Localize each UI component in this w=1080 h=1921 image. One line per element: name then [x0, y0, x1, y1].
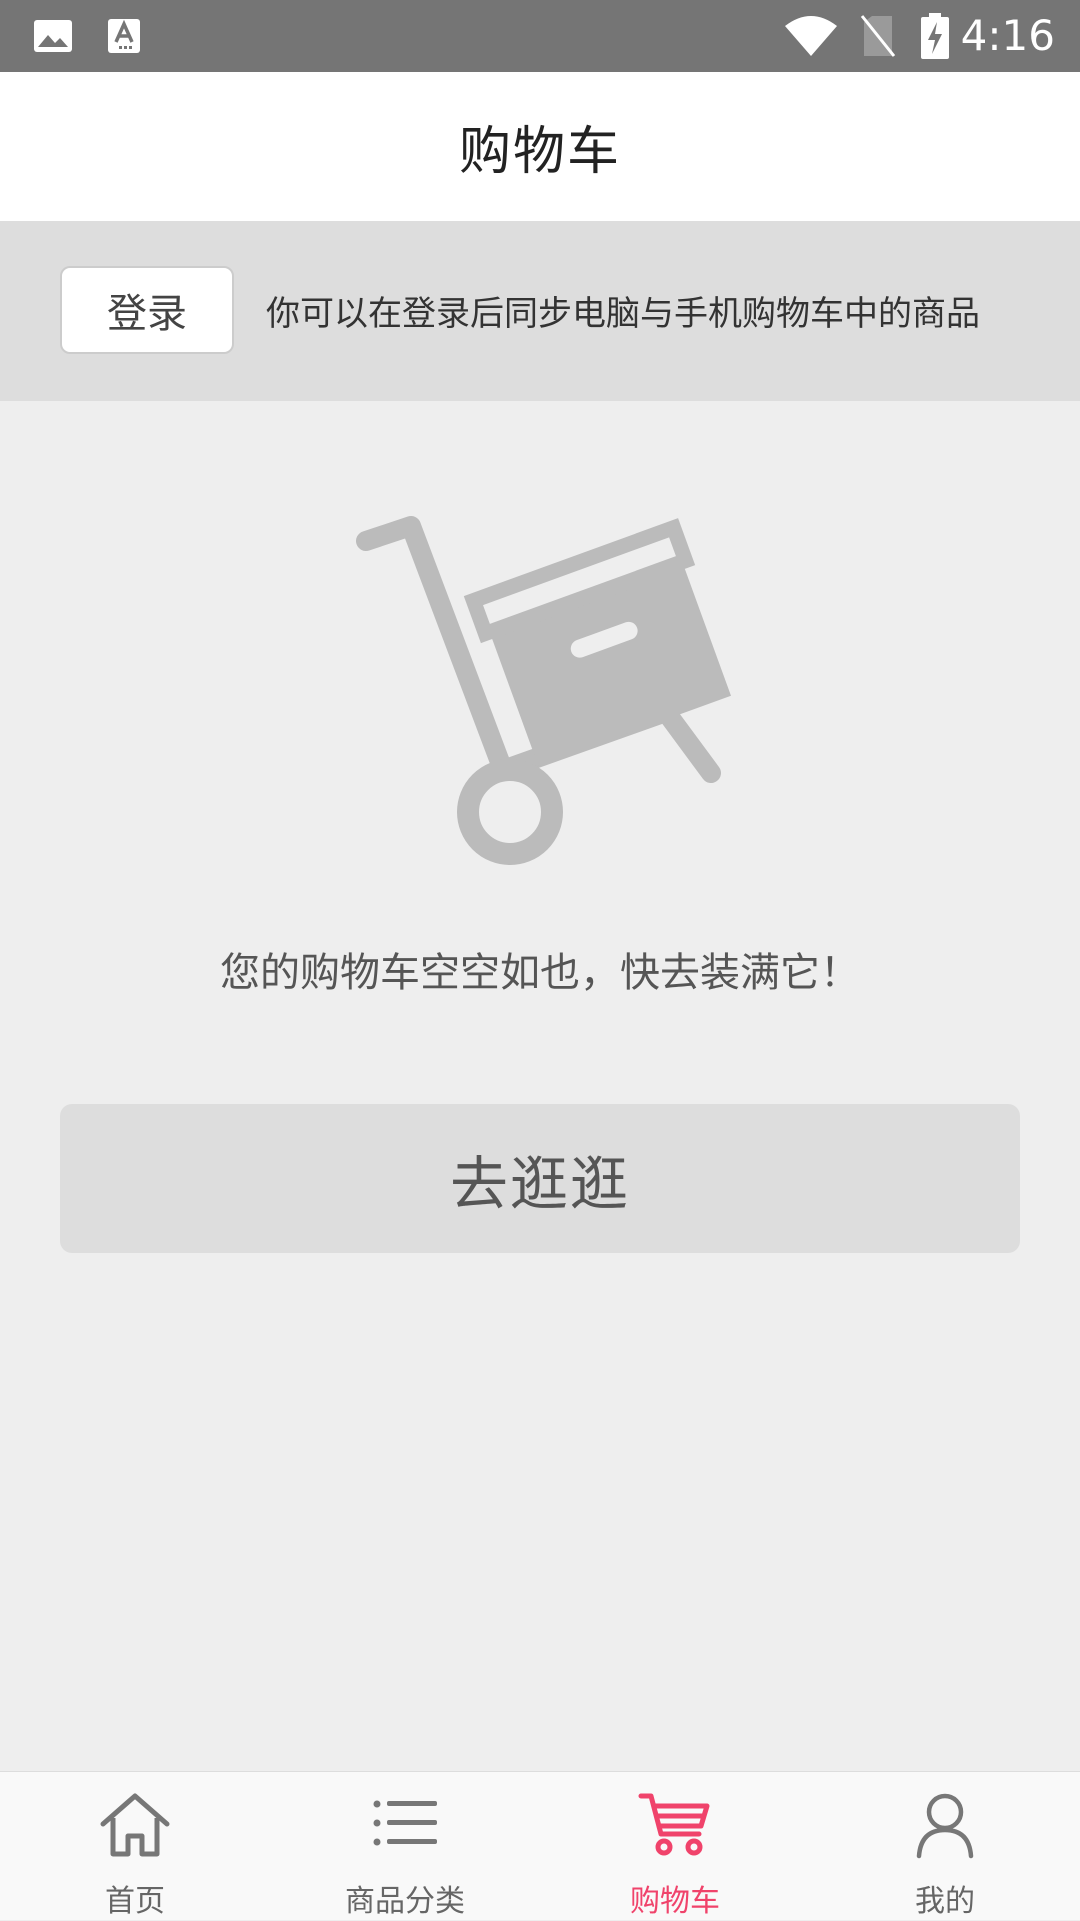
- status-bar: 4:16: [0, 0, 1080, 72]
- bottom-tab-bar: 首页 商品分类 购物车 我的: [0, 1771, 1080, 1920]
- tab-mine[interactable]: 我的: [810, 1772, 1080, 1921]
- no-sim-icon: [858, 0, 898, 72]
- login-banner: 登录 你可以在登录后同步电脑与手机购物车中的商品: [0, 221, 1080, 401]
- page-title: 购物车: [458, 122, 621, 182]
- tab-label: 商品分类: [345, 1884, 465, 1919]
- text-a-icon: [104, 0, 144, 72]
- tab-categories[interactable]: 商品分类: [270, 1772, 540, 1921]
- list-icon: [270, 1790, 540, 1870]
- login-button[interactable]: 登录: [60, 266, 234, 354]
- tab-cart[interactable]: 购物车: [540, 1772, 810, 1921]
- cart-icon: [540, 1790, 810, 1870]
- status-time: 4:16: [960, 11, 1055, 60]
- image-icon: [30, 0, 76, 72]
- battery-charging-icon: [918, 0, 952, 72]
- cart-trolley-box-icon: [340, 500, 740, 880]
- go-shopping-button[interactable]: 去逛逛: [60, 1104, 1020, 1253]
- home-icon: [0, 1790, 270, 1870]
- login-hint-text: 你可以在登录后同步电脑与手机购物车中的商品: [266, 294, 980, 334]
- user-icon: [810, 1790, 1080, 1870]
- tab-label: 我的: [915, 1884, 975, 1919]
- wifi-icon: [782, 0, 840, 72]
- tab-label: 购物车: [630, 1884, 720, 1919]
- empty-cart-message: 您的购物车空空如也，快去装满它！: [220, 950, 860, 996]
- title-bar: 购物车: [0, 72, 1080, 221]
- tab-label: 首页: [105, 1884, 165, 1919]
- tab-home[interactable]: 首页: [0, 1772, 270, 1921]
